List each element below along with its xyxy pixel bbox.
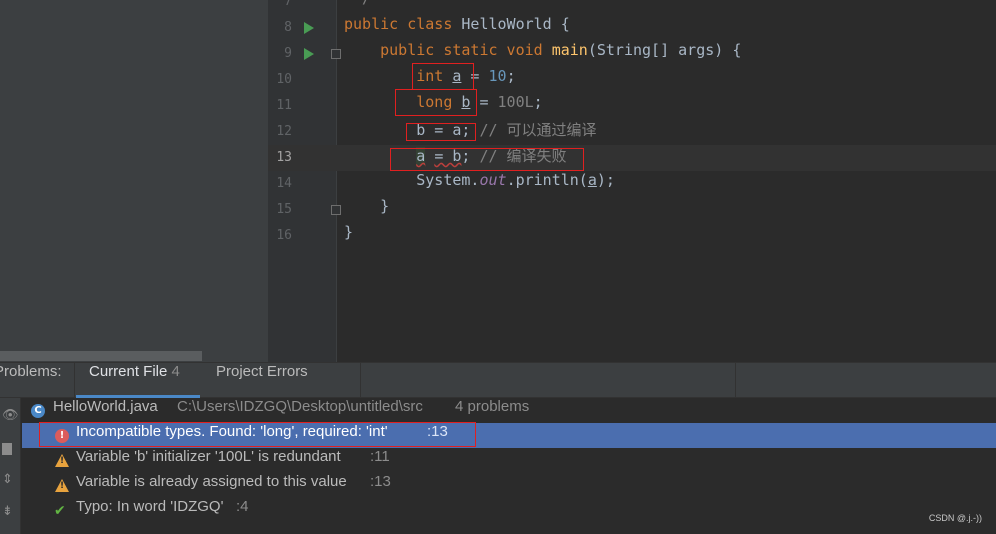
- file-node[interactable]: C HelloWorld.java C:\Users\IDZGQ\Desktop…: [22, 398, 996, 423]
- line-number: 10: [276, 72, 292, 87]
- problem-line: :11: [370, 448, 390, 465]
- code-text: */: [344, 0, 371, 7]
- problem-line: :4: [236, 498, 249, 515]
- file-name: HelloWorld.java: [53, 398, 158, 415]
- warning-icon: !: [55, 479, 69, 492]
- warning-icon: !: [55, 454, 69, 467]
- code-text: System.out.println(a);: [344, 171, 615, 189]
- tab-separator: [74, 363, 75, 398]
- preview-icon[interactable]: [2, 443, 12, 455]
- code-text: public static void main(String[] args) {: [380, 41, 742, 59]
- problems-toolbar: 👁 ⇕ ⇟: [0, 398, 21, 534]
- problems-label: Problems:: [0, 363, 62, 380]
- tab-count: 4: [171, 363, 180, 380]
- problem-item[interactable]: ! Variable 'b' initializer '100L' is red…: [22, 448, 996, 473]
- code-line-current[interactable]: 13 a = b; // 编译失败: [268, 145, 996, 171]
- run-icon[interactable]: [304, 22, 314, 34]
- line-number: 7: [284, 0, 292, 9]
- line-number: 11: [276, 98, 292, 113]
- code-editor[interactable]: 7 */ 8 public class HelloWorld { 9 publi…: [268, 0, 996, 362]
- line-number: 12: [276, 124, 292, 139]
- code-line[interactable]: 10 int a = 10;: [268, 67, 996, 93]
- project-pane: [0, 0, 268, 362]
- file-path: C:\Users\IDZGQ\Desktop\untitled\src: [177, 398, 423, 415]
- code-line[interactable]: 11 long b = 100L;: [268, 93, 996, 119]
- line-number: 14: [276, 176, 292, 191]
- code-text: public class HelloWorld {: [344, 15, 570, 33]
- code-line[interactable]: 8 public class HelloWorld {: [268, 15, 996, 41]
- fold-icon[interactable]: [331, 205, 341, 215]
- tab-separator: [735, 363, 736, 398]
- code-text: }: [344, 197, 390, 215]
- expand-all-icon[interactable]: ⇕: [2, 473, 14, 486]
- eye-icon[interactable]: 👁: [2, 409, 19, 422]
- code-text: }: [344, 223, 354, 241]
- annotation-box: [39, 422, 476, 447]
- code-line[interactable]: 14 System.out.println(a);: [268, 171, 996, 197]
- annotation-box: [412, 63, 474, 90]
- tab-project-errors[interactable]: Project Errors: [216, 363, 308, 398]
- annotation-box: [406, 123, 476, 141]
- tab-current-file[interactable]: Current File 4: [76, 363, 200, 398]
- line-number: 13: [276, 150, 292, 165]
- annotation-box: [395, 89, 477, 116]
- code-line[interactable]: 12 b = a; // 可以通过编译: [268, 119, 996, 145]
- problem-text: Variable is already assigned to this val…: [76, 473, 347, 490]
- fold-icon[interactable]: [331, 49, 341, 59]
- code-line[interactable]: 15 }: [268, 197, 996, 223]
- tab-label: Current File: [89, 363, 168, 380]
- problem-item[interactable]: ! Variable is already assigned to this v…: [22, 473, 996, 498]
- run-icon[interactable]: [304, 48, 314, 60]
- tab-separator: [360, 363, 361, 398]
- annotation-box: [390, 148, 584, 171]
- horizontal-scrollbar[interactable]: [0, 351, 202, 361]
- code-line[interactable]: 9 public static void main(String[] args)…: [268, 41, 996, 67]
- problem-count: 4 problems: [455, 398, 530, 415]
- problem-text: Variable 'b' initializer '100L' is redun…: [76, 448, 341, 465]
- line-number: 8: [284, 20, 292, 35]
- problems-tab-bar: Problems: Current File 4 Project Errors: [0, 362, 996, 398]
- line-number: 16: [276, 228, 292, 243]
- problem-item[interactable]: ✔ Typo: In word 'IDZGQ' :4: [22, 498, 996, 523]
- line-number: 9: [284, 46, 292, 61]
- line-number: 15: [276, 202, 292, 217]
- typo-check-icon: ✔: [54, 503, 66, 519]
- code-line[interactable]: 7 */: [268, 0, 996, 15]
- java-class-icon: C: [31, 404, 45, 418]
- problems-list[interactable]: C HelloWorld.java C:\Users\IDZGQ\Desktop…: [22, 398, 996, 534]
- watermark: CSDN @.j.-)): [928, 513, 982, 523]
- collapse-all-icon[interactable]: ⇟: [2, 505, 14, 518]
- tab-label: Project Errors: [216, 363, 308, 380]
- code-line[interactable]: 16 }: [268, 223, 996, 249]
- problem-text: Typo: In word 'IDZGQ': [76, 498, 224, 515]
- problem-line: :13: [370, 473, 391, 490]
